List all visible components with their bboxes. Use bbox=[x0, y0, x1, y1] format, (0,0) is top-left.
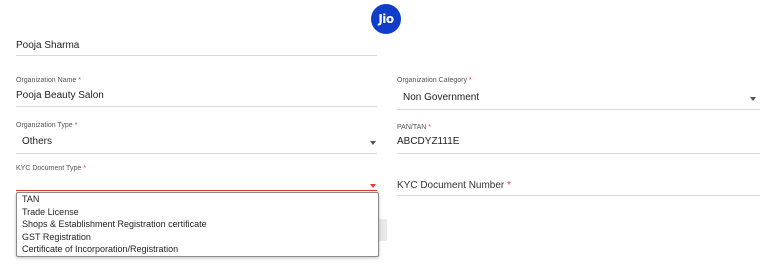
full-name-value[interactable]: Pooja Sharma bbox=[16, 40, 79, 51]
kyc-doc-type-dropdown[interactable]: TAN Trade License Shops & Establishment … bbox=[16, 192, 379, 257]
dropdown-option[interactable]: TAN bbox=[17, 193, 378, 206]
org-type-label: Organization Type * bbox=[16, 122, 78, 129]
chevron-down-icon[interactable] bbox=[370, 184, 376, 188]
org-category-select[interactable]: Non Government bbox=[403, 92, 479, 103]
jio-logo: Jio bbox=[371, 4, 401, 34]
kyc-doc-number-underline bbox=[397, 195, 760, 196]
org-name-label: Organization Name * bbox=[16, 77, 81, 84]
org-type-underline bbox=[16, 153, 377, 154]
org-name-underline bbox=[16, 106, 377, 107]
org-category-underline bbox=[397, 109, 760, 110]
kyc-doc-type-label: KYC Document Type * bbox=[16, 165, 86, 172]
org-name-input[interactable]: Pooja Beauty Salon bbox=[16, 90, 104, 101]
pan-tan-input[interactable]: ABCDYZ111E bbox=[397, 136, 459, 147]
chevron-down-icon[interactable] bbox=[750, 97, 756, 101]
pan-tan-label: PAN/TAN * bbox=[397, 124, 431, 131]
org-category-label: Organization Category * bbox=[397, 77, 472, 84]
kyc-doc-type-underline bbox=[16, 190, 377, 191]
org-type-select[interactable]: Others bbox=[22, 136, 52, 147]
chevron-down-icon[interactable] bbox=[370, 141, 376, 145]
full-name-underline bbox=[16, 55, 377, 56]
dropdown-option[interactable]: Shops & Establishment Registration certi… bbox=[17, 218, 378, 231]
dropdown-option[interactable]: Trade License bbox=[17, 206, 378, 219]
dropdown-option[interactable]: Certificate of Incorporation/Registratio… bbox=[17, 243, 378, 256]
dropdown-option[interactable]: GST Registration bbox=[17, 231, 378, 244]
kyc-doc-number-label[interactable]: KYC Document Number * bbox=[397, 180, 511, 191]
pan-tan-underline bbox=[397, 153, 760, 154]
